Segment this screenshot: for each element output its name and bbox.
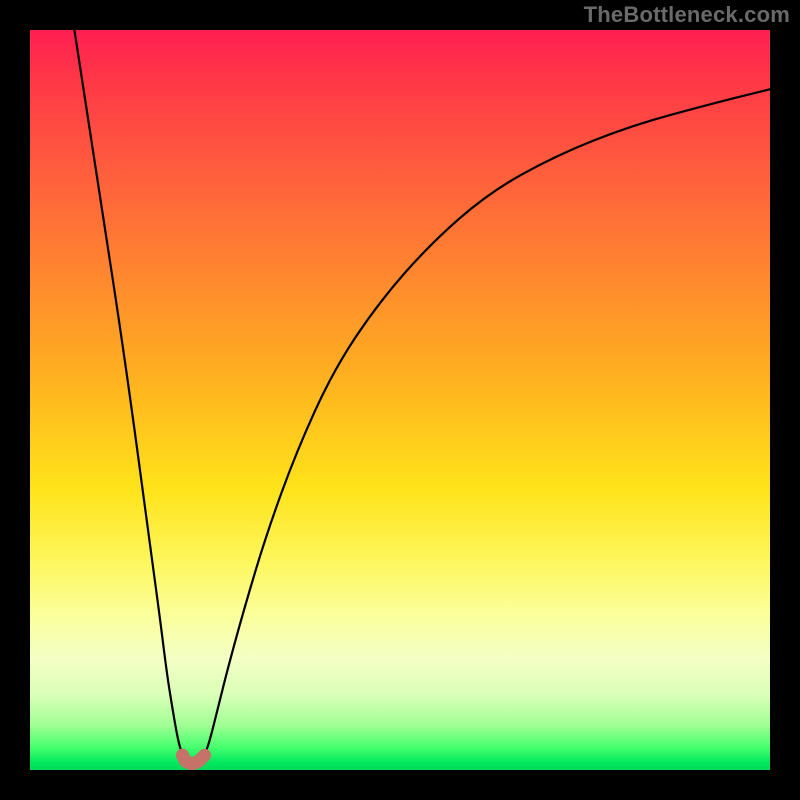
bottleneck-curve [30,30,770,770]
curve-group [74,30,770,763]
attribution-text: TheBottleneck.com [584,2,790,28]
curve-left-branch [74,30,182,755]
chart-frame: TheBottleneck.com [0,0,800,800]
plot-area [30,30,770,770]
valley-marker [182,755,204,763]
curve-right-branch [205,89,770,755]
